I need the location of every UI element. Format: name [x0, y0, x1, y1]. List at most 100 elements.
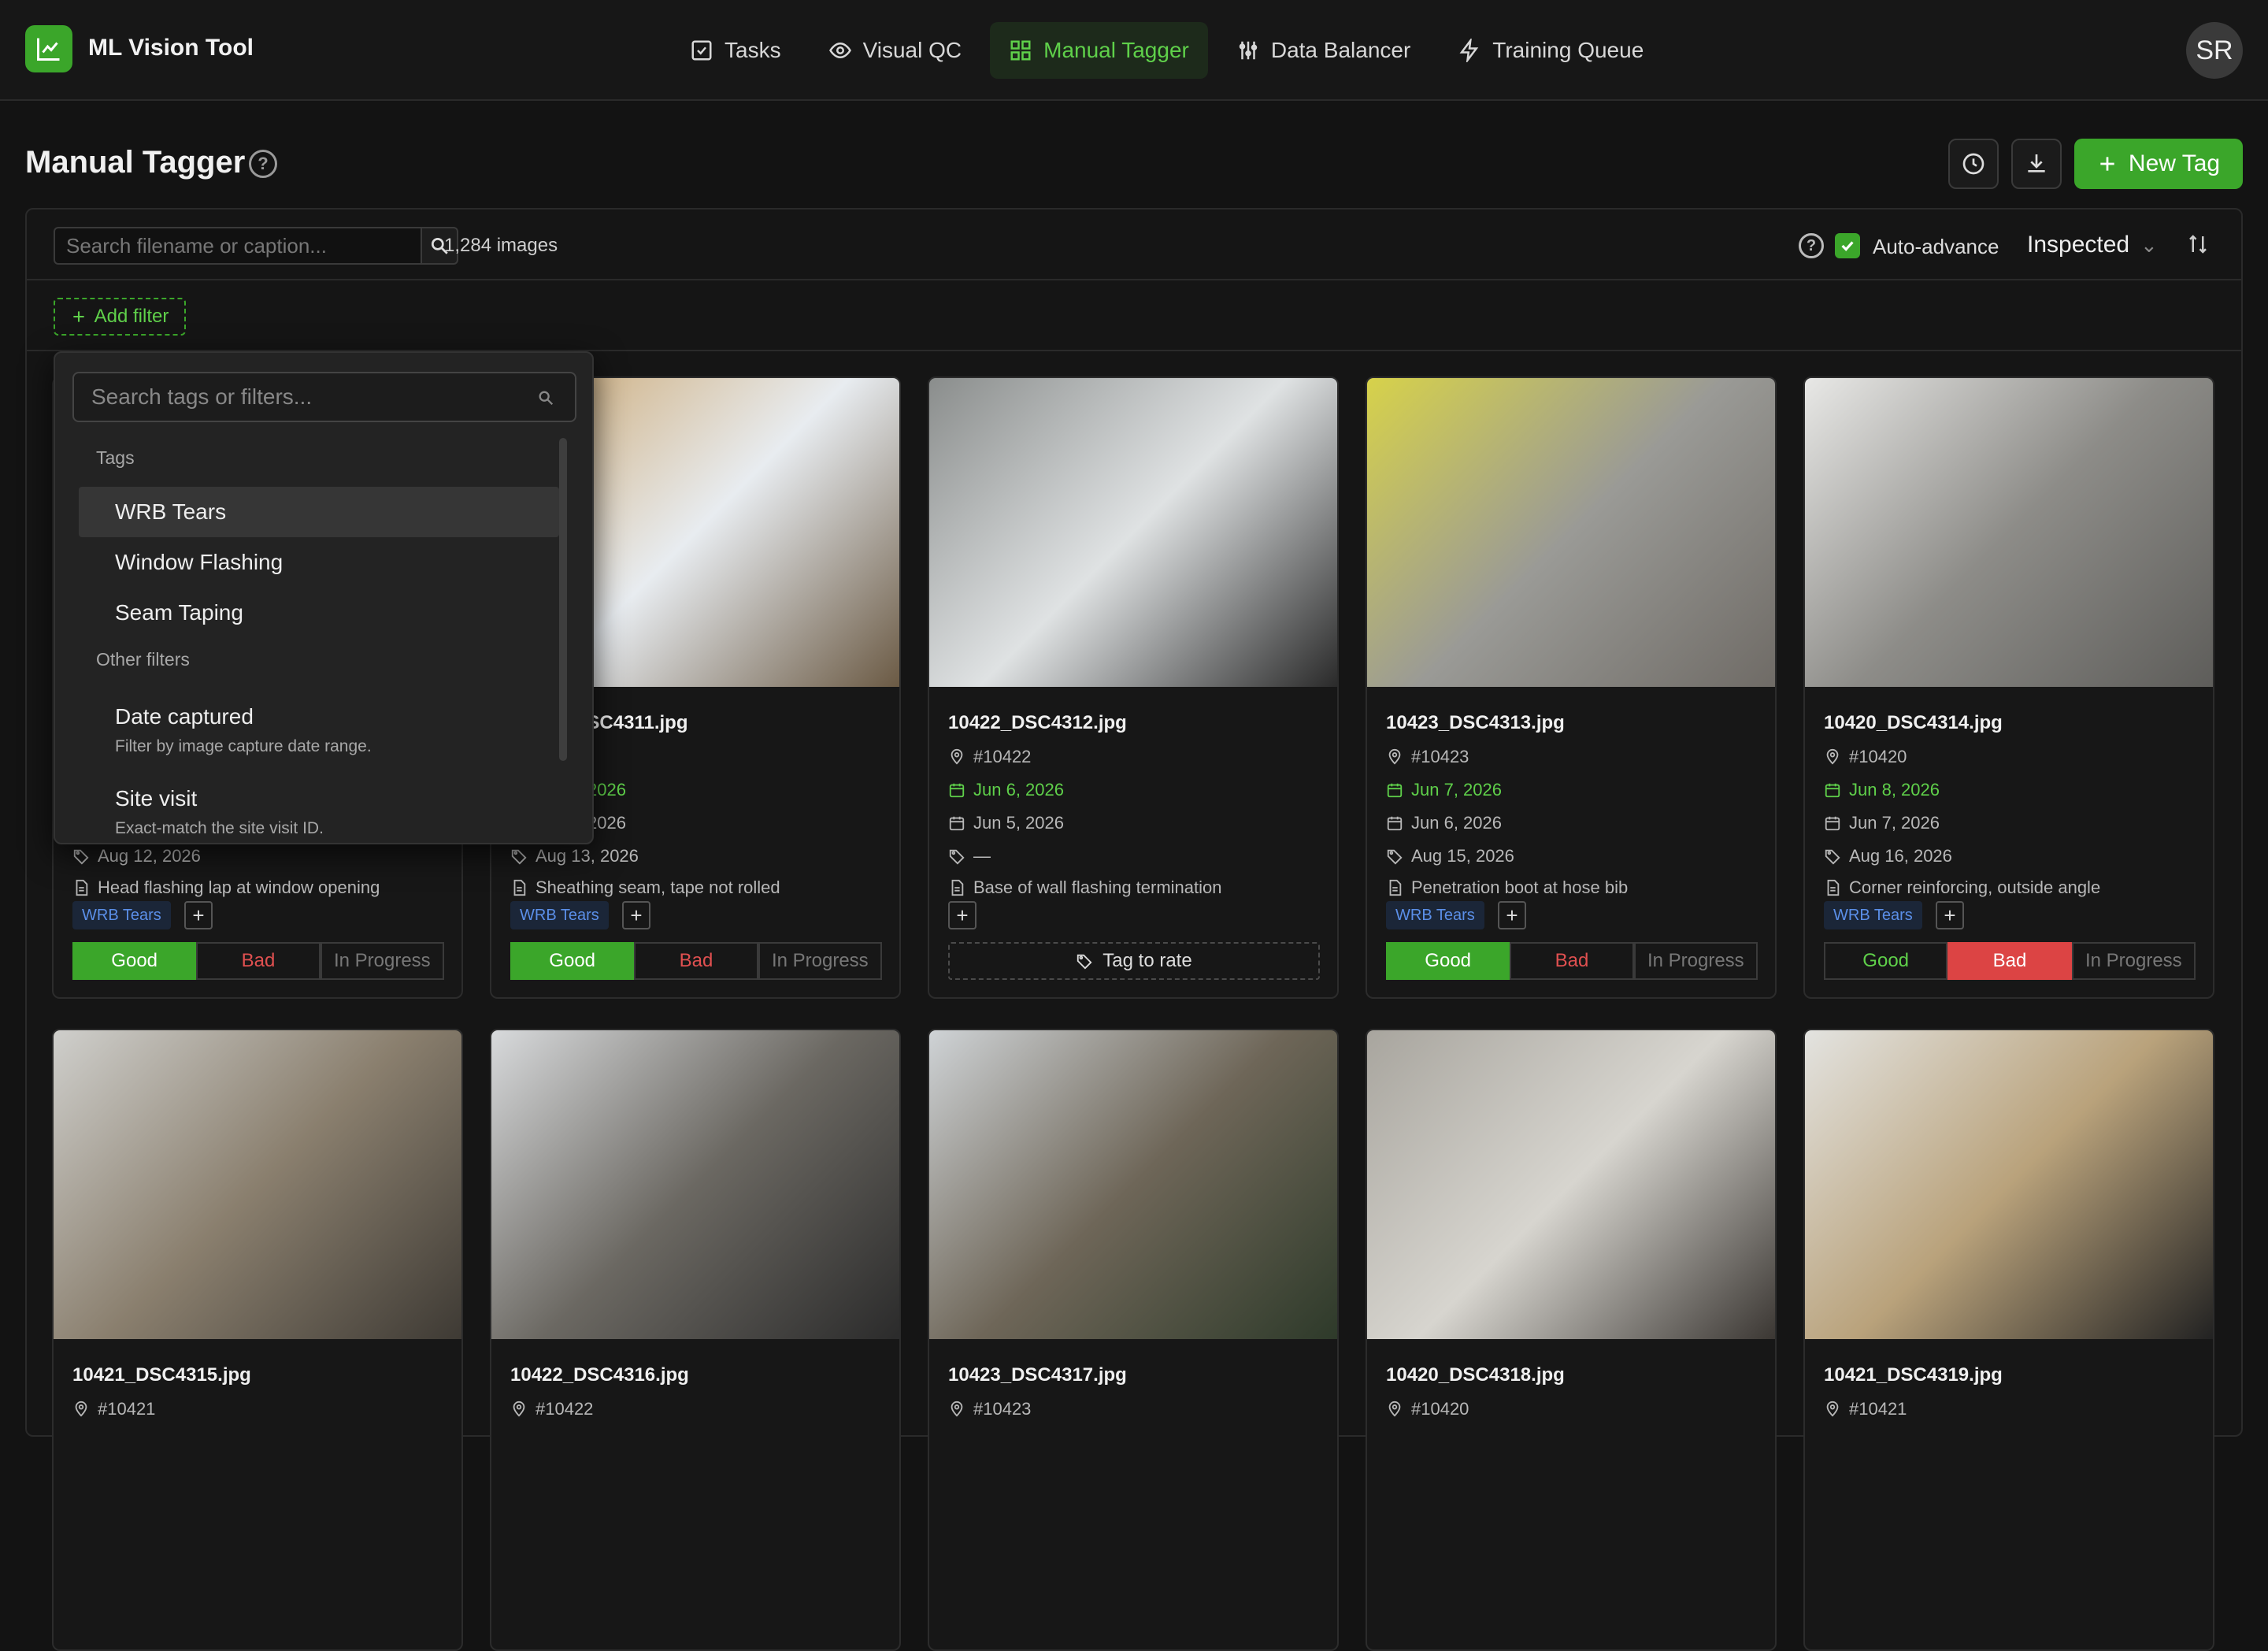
card-meta: Jun 7, 2026 [1824, 813, 1940, 833]
auto-advance-checkbox[interactable] [1835, 233, 1860, 258]
rating-in-progress-button[interactable]: In Progress [2071, 942, 2196, 980]
card-meta-text: Jun 5, 2026 [973, 813, 1064, 833]
sort-select[interactable]: Inspected [2027, 232, 2129, 258]
image-card[interactable]: 10420_DSC4318.jpg #10420 [1366, 1029, 1777, 1651]
card-meta-text: #10423 [973, 1399, 1032, 1419]
image-card[interactable]: 10422_DSC4312.jpg #10422 Jun 6, 2026 Jun 5,… [928, 377, 1339, 999]
card-meta-text: Aug 16, 2026 [1849, 846, 1952, 866]
rating-in-progress-button[interactable]: In Progress [320, 942, 444, 980]
document-icon [951, 879, 964, 896]
plus-icon [72, 311, 84, 322]
location-pin-icon [513, 1401, 525, 1417]
add-filter-button[interactable]: Add filter [54, 298, 186, 336]
rating-in-progress-button[interactable]: In Progress [1633, 942, 1758, 980]
card-meta-text: #10421 [1849, 1399, 1907, 1419]
card-filename: 10423_DSC4317.jpg [948, 1364, 1127, 1386]
page-title: Manual Tagger [25, 145, 246, 180]
nav-manual-tagger[interactable]: Manual Tagger [990, 22, 1208, 79]
filter-search-input[interactable]: Search tags or filters... [72, 372, 576, 422]
help-icon[interactable]: ? [1799, 233, 1824, 258]
check-icon [1841, 241, 1854, 251]
nav-data-balancer[interactable]: Data Balancer [1217, 22, 1429, 79]
filter-row: Add filter [27, 280, 2241, 351]
filter-option-wrb-tears[interactable]: WRB Tears [79, 487, 559, 537]
dropdown-scrollbar[interactable] [559, 438, 567, 761]
card-meta: #10422 [510, 1399, 593, 1419]
image-card[interactable]: 10423_DSC4317.jpg #10423 [928, 1029, 1339, 1651]
app-logo-icon[interactable] [25, 25, 72, 72]
card-meta-text: Base of wall flashing termination [973, 877, 1222, 897]
new-tag-button[interactable]: New Tag [2074, 139, 2243, 189]
card-photo[interactable] [54, 1030, 461, 1339]
add-tag-button[interactable]: + [622, 901, 650, 929]
tag-chip[interactable]: WRB Tears [72, 901, 171, 929]
location-pin-icon [951, 1401, 963, 1417]
rating-bad-button[interactable]: Bad [1510, 942, 1634, 980]
tag-chip[interactable]: WRB Tears [1824, 901, 1922, 929]
filter-option-date-captured[interactable]: Date captured [79, 692, 559, 742]
card-meta: #10421 [1824, 1399, 1907, 1419]
search-input[interactable]: Search filename or caption... [54, 227, 422, 265]
tag-to-rate-button[interactable]: Tag to rate [948, 942, 1320, 980]
chevron-down-icon[interactable]: ⌄ [2140, 233, 2158, 258]
card-meta: Jun 8, 2026 [1824, 780, 1940, 800]
card-meta: #10423 [948, 1399, 1031, 1419]
gallery-toolbar: Search filename or caption... 1,284 imag… [27, 210, 2241, 280]
card-photo[interactable] [1367, 378, 1775, 687]
card-filename: 10422_DSC4312.jpg [948, 712, 1127, 733]
filter-option-description: Exact-match the site visit ID. [115, 819, 324, 837]
card-meta-text: #10422 [536, 1399, 594, 1419]
download-button[interactable] [2011, 139, 2062, 189]
card-meta-text: #10421 [98, 1399, 156, 1419]
rating-bad-button[interactable]: Bad [1947, 942, 2072, 980]
filter-option-site-visit[interactable]: Site visit [79, 774, 559, 824]
add-tag-button[interactable]: + [1498, 901, 1526, 929]
user-avatar[interactable]: SR [2186, 22, 2243, 79]
add-tag-button[interactable]: + [184, 901, 213, 929]
card-meta-text: Aug 12, 2026 [98, 846, 201, 866]
filter-option-window-flashing[interactable]: Window Flashing [79, 537, 559, 588]
nav-visual-qc[interactable]: Visual QC [810, 22, 981, 79]
rating-good-button[interactable]: Good [72, 942, 197, 980]
tag-chip[interactable]: WRB Tears [510, 901, 609, 929]
filter-option-seam-taping[interactable]: Seam Taping [79, 588, 559, 638]
rating-good-button[interactable]: Good [1824, 942, 1948, 980]
add-tag-button[interactable]: + [1936, 901, 1964, 929]
image-card[interactable]: 10422_DSC4316.jpg #10422 [490, 1029, 901, 1651]
card-meta: Aug 12, 2026 [72, 846, 201, 866]
tag-chip[interactable]: WRB Tears [1386, 901, 1484, 929]
card-photo[interactable] [1805, 1030, 2213, 1339]
card-photo[interactable] [1367, 1030, 1775, 1339]
rating-good-button[interactable]: Good [510, 942, 635, 980]
image-card[interactable]: 10421_DSC4319.jpg #10421 [1803, 1029, 2214, 1651]
card-meta-text: #10423 [1411, 747, 1469, 766]
card-meta-text: Aug 13, 2026 [536, 846, 639, 866]
card-photo[interactable] [929, 1030, 1337, 1339]
image-card[interactable]: 10421_DSC4315.jpg #10421 [52, 1029, 463, 1651]
image-card[interactable]: 10420_DSC4314.jpg #10420 Jun 8, 2026 Jun 7,… [1803, 377, 2214, 999]
history-button[interactable] [1948, 139, 1999, 189]
nav-training-queue[interactable]: Training Queue [1439, 22, 1662, 79]
card-photo[interactable] [929, 378, 1337, 687]
tag-icon [511, 849, 527, 865]
add-tag-button[interactable]: + [948, 901, 976, 929]
sort-order-icon[interactable] [2186, 232, 2210, 261]
card-filename: 10423_DSC4313.jpg [1386, 712, 1565, 733]
image-card[interactable]: 10423_DSC4313.jpg #10423 Jun 7, 2026 Jun 6,… [1366, 377, 1777, 999]
rating-bad-button[interactable]: Bad [196, 942, 321, 980]
card-photo[interactable] [491, 1030, 899, 1339]
add-filter-label: Add filter [94, 306, 169, 327]
card-meta: #10420 [1386, 1399, 1469, 1419]
nav-tasks[interactable]: Tasks [671, 22, 800, 79]
rating-bad-button[interactable]: Bad [634, 942, 758, 980]
card-meta-text: Jun 8, 2026 [1849, 780, 1940, 800]
card-meta: — [948, 846, 991, 866]
location-pin-icon [1826, 1401, 1839, 1417]
card-meta-text: Jun 7, 2026 [1849, 813, 1940, 833]
rating-good-button[interactable]: Good [1386, 942, 1510, 980]
help-icon[interactable]: ? [249, 150, 277, 178]
card-photo[interactable] [1805, 378, 2213, 687]
nav-label: Visual QC [862, 38, 962, 62]
card-meta-text: Penetration boot at hose bib [1411, 877, 1629, 897]
rating-in-progress-button[interactable]: In Progress [758, 942, 882, 980]
